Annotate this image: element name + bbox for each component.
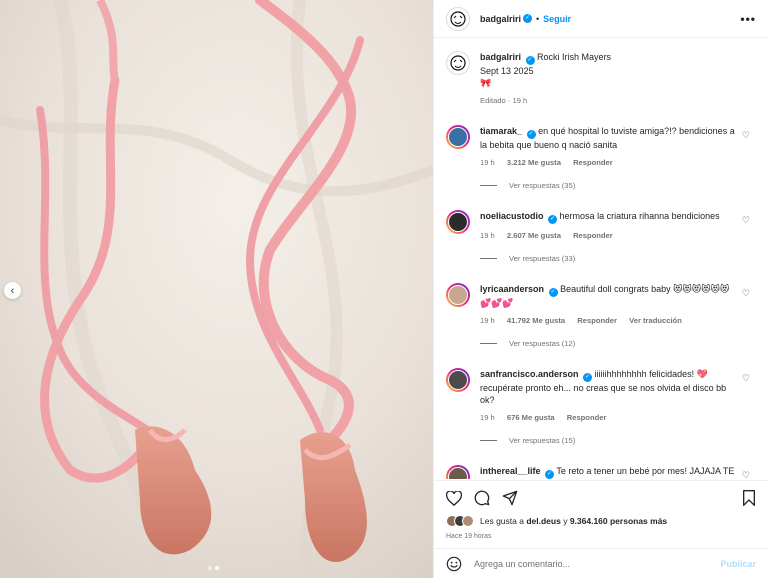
caption-avatar[interactable] bbox=[446, 51, 470, 75]
replies-line bbox=[480, 258, 497, 259]
author-username[interactable]: badgalriri bbox=[480, 14, 521, 24]
view-replies-label[interactable]: Ver respuestas (35) bbox=[509, 181, 575, 190]
caption-emoji: 🎀 bbox=[480, 78, 492, 88]
caption: badgalriri ✓ Rocki Irish Mayers Sept 13 … bbox=[446, 51, 756, 107]
replies-line bbox=[480, 343, 497, 344]
likes-summary: Les gusta a del.deus y 9.364.160 persona… bbox=[446, 515, 756, 527]
reply-button[interactable]: Responder bbox=[573, 158, 613, 167]
carousel-dot-active bbox=[215, 566, 219, 570]
verified-icon: ✓ bbox=[526, 130, 536, 139]
replies-line bbox=[480, 185, 497, 186]
comment-time[interactable]: 19 h bbox=[480, 158, 495, 167]
comment-time[interactable]: 19 h bbox=[480, 413, 495, 422]
commenter-avatar[interactable] bbox=[446, 368, 470, 392]
add-comment-bar: Publicar bbox=[434, 548, 768, 578]
comment-likes[interactable]: 2.607 Me gusta bbox=[507, 231, 561, 240]
comment-like-icon[interactable]: ♡ bbox=[742, 288, 750, 299]
comment-meta: 19 h 676 Me gusta Responder bbox=[480, 412, 736, 424]
comment-likes[interactable]: 676 Me gusta bbox=[507, 413, 555, 422]
previous-image-button[interactable]: ‹ bbox=[4, 282, 21, 299]
more-options-icon[interactable]: ••• bbox=[740, 12, 756, 26]
view-replies-label[interactable]: Ver respuestas (15) bbox=[509, 436, 575, 445]
comment-time[interactable]: 19 h bbox=[480, 231, 495, 240]
comment-username[interactable]: sanfrancisco.anderson bbox=[480, 369, 579, 379]
verified-icon: ✓ bbox=[545, 470, 555, 479]
comment: tiamarak_ ✓ en qué hospital lo tuviste a… bbox=[446, 125, 756, 190]
comment-like-icon[interactable]: ♡ bbox=[742, 215, 750, 226]
caption-username[interactable]: badgalriri bbox=[480, 52, 521, 62]
post-time[interactable]: Hace 19 horas bbox=[446, 533, 756, 540]
caption-avatar-icon bbox=[450, 55, 466, 71]
view-replies[interactable]: Ver respuestas (12) bbox=[480, 339, 756, 348]
comment-meta: 19 h 41.792 Me gusta Responder Ver tradu… bbox=[480, 315, 736, 327]
photo-image bbox=[0, 0, 433, 578]
bookmark-icon[interactable] bbox=[742, 490, 756, 506]
emoji-icon[interactable] bbox=[446, 556, 462, 572]
comment-input[interactable] bbox=[474, 558, 721, 569]
comment-like-icon[interactable]: ♡ bbox=[742, 130, 750, 141]
comment-like-icon[interactable]: ♡ bbox=[742, 373, 750, 384]
author-avatar-icon bbox=[450, 10, 466, 27]
view-replies[interactable]: Ver respuestas (15) bbox=[480, 436, 756, 445]
comment-username[interactable]: noeliacustodio bbox=[480, 211, 544, 221]
likes-prefix: Les gusta a bbox=[480, 516, 524, 526]
comment-like-icon[interactable]: ♡ bbox=[742, 470, 750, 479]
comment-username[interactable]: inthereal__life bbox=[480, 466, 541, 476]
comment-username[interactable]: tiamarak_ bbox=[480, 126, 522, 136]
comments-list[interactable]: badgalriri ✓ Rocki Irish Mayers Sept 13 … bbox=[434, 39, 768, 479]
post-panel: badgalriri ✓ • Seguir ••• badgalriri ✓ R… bbox=[433, 0, 768, 578]
follow-button[interactable]: Seguir bbox=[543, 14, 571, 24]
comment: lyricaanderson ✓ Beautiful doll congrats… bbox=[446, 283, 756, 348]
header-separator: • bbox=[536, 13, 540, 24]
comment-time[interactable]: 19 h bbox=[480, 316, 495, 325]
comment: inthereal__life ✓ Te reto a tener un beb… bbox=[446, 465, 756, 479]
view-replies[interactable]: Ver respuestas (35) bbox=[480, 181, 756, 190]
chevron-left-icon: ‹ bbox=[10, 284, 15, 297]
carousel-dot bbox=[208, 566, 212, 570]
comment-likes[interactable]: 3.212 Me gusta bbox=[507, 158, 561, 167]
commenter-avatar[interactable] bbox=[446, 210, 470, 234]
comment-likes[interactable]: 41.792 Me gusta bbox=[507, 316, 565, 325]
verified-icon: ✓ bbox=[548, 288, 558, 297]
reply-button[interactable]: Responder bbox=[573, 231, 613, 240]
commenter-avatar[interactable] bbox=[446, 125, 470, 149]
reply-button[interactable]: Responder bbox=[577, 316, 617, 325]
reply-button[interactable]: Responder bbox=[567, 413, 607, 422]
translate-button[interactable]: Ver traducción bbox=[629, 316, 682, 325]
view-replies[interactable]: Ver respuestas (33) bbox=[480, 254, 756, 263]
comment-meta: 19 h 2.607 Me gusta Responder bbox=[480, 230, 736, 242]
like-icon[interactable] bbox=[446, 490, 462, 506]
author-avatar[interactable] bbox=[446, 6, 470, 31]
post-actions: Les gusta a del.deus y 9.364.160 persona… bbox=[434, 480, 768, 540]
share-icon[interactable] bbox=[502, 490, 518, 506]
verified-icon: ✓ bbox=[583, 373, 593, 382]
likes-count[interactable]: 9.364.160 personas más bbox=[570, 516, 667, 526]
verified-icon: ✓ bbox=[523, 14, 533, 23]
publish-button[interactable]: Publicar bbox=[720, 559, 756, 569]
verified-icon: ✓ bbox=[548, 215, 558, 224]
likes-connector: y bbox=[563, 516, 568, 526]
likes-user[interactable]: del.deus bbox=[526, 516, 560, 526]
view-replies-label[interactable]: Ver respuestas (33) bbox=[509, 254, 575, 263]
post-photo: ‹ bbox=[0, 0, 433, 578]
comment: noeliacustodio ✓ hermosa la criatura rih… bbox=[446, 210, 756, 263]
post-header: badgalriri ✓ • Seguir ••• bbox=[434, 0, 768, 38]
comment-icon[interactable] bbox=[474, 490, 490, 506]
caption-line2: Sept 13 2025 bbox=[480, 66, 534, 76]
view-replies-label[interactable]: Ver respuestas (12) bbox=[509, 339, 575, 348]
caption-edited: Editado · 19 h bbox=[480, 96, 528, 105]
comment-meta: 19 h 3.212 Me gusta Responder bbox=[480, 157, 736, 169]
likers-avatars bbox=[446, 515, 474, 527]
comment-username[interactable]: lyricaanderson bbox=[480, 284, 544, 294]
caption-text: Rocki Irish Mayers bbox=[537, 52, 612, 62]
commenter-avatar[interactable] bbox=[446, 283, 470, 307]
comment: sanfrancisco.anderson ✓ iiiiiihhhhhhhh f… bbox=[446, 368, 756, 445]
commenter-avatar[interactable] bbox=[446, 465, 470, 479]
verified-icon: ✓ bbox=[525, 56, 535, 65]
replies-line bbox=[480, 440, 497, 441]
carousel-dots bbox=[208, 566, 219, 570]
comment-text: hermosa la criatura rihanna bendiciones bbox=[559, 211, 720, 221]
